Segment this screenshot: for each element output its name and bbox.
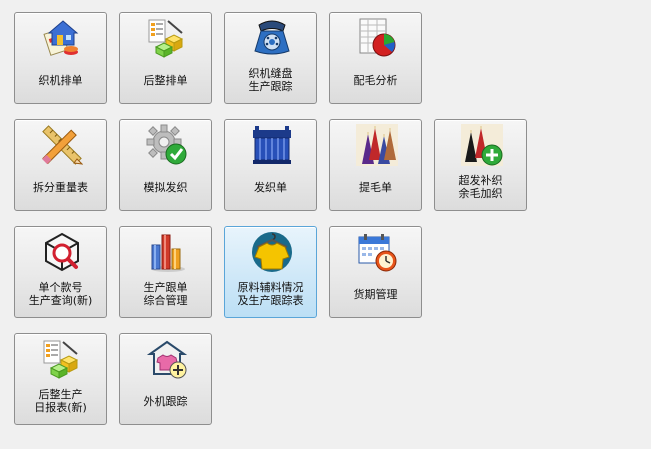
tile-split-weight[interactable]: 拆分重量表: [14, 119, 107, 211]
tile-issue-order[interactable]: 发织单: [224, 119, 317, 211]
tile-label: 提毛单: [359, 180, 392, 194]
yarn-spools-icon: [356, 124, 398, 166]
tile-label: 发织单: [254, 180, 287, 194]
tile-style-query[interactable]: 单个款号 生产查询(新): [14, 226, 107, 318]
tile-delivery-management[interactable]: 货期管理: [329, 226, 422, 318]
calendar-clock-icon: [356, 231, 398, 273]
tile-label: 织机缝盘 生产跟踪: [248, 67, 293, 93]
tile-extra-knitting[interactable]: 超发补织 余毛加织: [434, 119, 527, 211]
tile-finishing-schedule[interactable]: 后整排单: [119, 12, 212, 104]
box-search-icon: [41, 231, 83, 273]
tile-yarn-request[interactable]: 提毛单: [329, 119, 422, 211]
garment-add-icon: [146, 338, 188, 380]
tile-label: 生产跟单 综合管理: [143, 281, 188, 307]
tile-label: 外机跟踪: [143, 394, 188, 408]
tile-outsource-tracking[interactable]: 外机跟踪: [119, 333, 212, 425]
tile-label: 模拟发织: [143, 180, 188, 194]
sweater-hanger-icon: [251, 231, 293, 273]
tile-label: 拆分重量表: [33, 180, 88, 194]
spools-add-icon: [461, 124, 503, 166]
gear-check-icon: [146, 124, 188, 166]
tile-production-management[interactable]: 生产跟单 综合管理: [119, 226, 212, 318]
spreadsheet-pie-icon: [356, 17, 398, 59]
blocks-list-icon: [146, 17, 188, 59]
tile-label: 织机排单: [38, 73, 83, 87]
tile-label: 原料辅料情况 及生产跟踪表: [237, 281, 304, 307]
tile-label: 配毛分析: [353, 73, 398, 87]
bar-chart-icon: [146, 231, 188, 273]
blocks-list-icon: [41, 338, 83, 380]
tile-finishing-daily-report[interactable]: 后整生产 日报表(新): [14, 333, 107, 425]
tile-loom-tracking[interactable]: 织机缝盘 生产跟踪: [224, 12, 317, 104]
knitting-machine-icon: [251, 124, 293, 166]
tile-label: 货期管理: [353, 287, 398, 301]
tile-label: 后整排单: [143, 73, 188, 87]
tile-label: 超发补织 余毛加织: [458, 174, 503, 200]
tile-label: 单个款号 生产查询(新): [28, 281, 93, 307]
tile-loom-schedule[interactable]: 织机排单: [14, 12, 107, 104]
telephone-icon: [251, 17, 293, 59]
pencil-ruler-icon: [41, 124, 83, 166]
tile-simulate-issue[interactable]: 模拟发织: [119, 119, 212, 211]
tile-yarn-analysis[interactable]: 配毛分析: [329, 12, 422, 104]
tile-material-tracking[interactable]: 原料辅料情况 及生产跟踪表: [224, 226, 317, 318]
home-schedule-icon: [41, 17, 83, 59]
tile-label: 后整生产 日报表(新): [34, 388, 87, 414]
